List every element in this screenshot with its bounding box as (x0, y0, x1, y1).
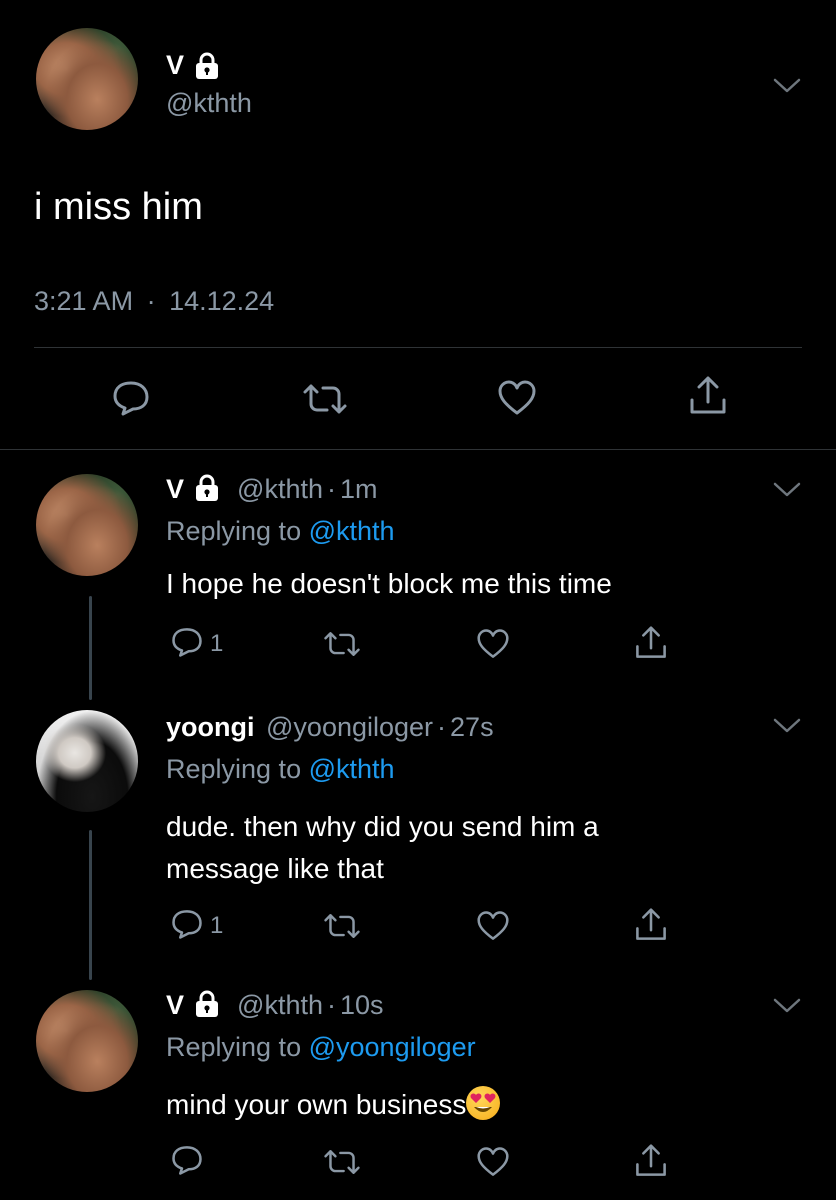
replying-to-link[interactable]: @yoongiloger (309, 1032, 476, 1062)
avatar[interactable] (36, 990, 138, 1092)
reply-age: 27s (450, 712, 494, 742)
reply-text: mind your own business (166, 1089, 467, 1120)
replying-to-link[interactable]: @kthth (309, 516, 395, 546)
author-handle[interactable]: @yoongiloger (266, 712, 433, 742)
replying-to: Replying to @kthth (166, 516, 395, 547)
author-row: V @kthth · 10s (166, 990, 384, 1021)
lock-icon (194, 474, 224, 502)
reply-text-line: message like that (166, 853, 384, 884)
reply-tweet[interactable]: V @kthth · 1m Replying to @kthth I hope he… (0, 450, 836, 700)
separator-dot: · (327, 990, 336, 1020)
author-handle[interactable]: @kthth (237, 474, 323, 504)
retweet-icon[interactable] (301, 382, 349, 416)
reply-age: 1m (340, 474, 378, 504)
reply-text: I hope he doesn't block me this time (166, 568, 612, 599)
heart-icon[interactable] (497, 379, 537, 417)
tweet-text: i miss him (34, 186, 203, 228)
share-icon[interactable] (688, 374, 728, 418)
separator-dot: · (327, 474, 336, 504)
heart-icon[interactable] (476, 1146, 510, 1178)
heart-icon[interactable] (476, 910, 510, 942)
retweet-icon[interactable] (322, 1148, 362, 1176)
replying-label: Replying to (166, 1032, 302, 1062)
lock-icon (194, 990, 224, 1018)
reply-icon[interactable] (170, 908, 204, 940)
replying-label: Replying to (166, 754, 302, 784)
separator-dot: · (146, 286, 156, 316)
avatar[interactable] (36, 28, 138, 130)
reply-text-row: mind your own business (166, 1086, 501, 1121)
author-name[interactable]: V (166, 474, 184, 504)
author-handle[interactable]: @kthth (166, 88, 252, 119)
divider (34, 347, 802, 348)
chevron-down-icon[interactable] (772, 996, 802, 1016)
replying-to: Replying to @kthth (166, 754, 395, 785)
replying-to: Replying to @yoongiloger (166, 1032, 476, 1063)
tweet-date: 14.12.24 (169, 286, 275, 316)
thread-line (89, 830, 92, 980)
retweet-icon[interactable] (322, 912, 362, 940)
reply-text-line: dude. then why did you send him a (166, 811, 599, 842)
author-row: yoongi @yoongiloger · 27s (166, 712, 494, 743)
author-name[interactable]: yoongi (166, 712, 255, 742)
chevron-down-icon[interactable] (772, 76, 802, 96)
author-row: V @kthth · 1m (166, 474, 378, 505)
reply-count: 1 (210, 912, 224, 939)
share-icon[interactable] (634, 1142, 668, 1180)
avatar[interactable] (36, 474, 138, 576)
avatar[interactable] (36, 710, 138, 812)
reply-tweet[interactable]: yoongi @yoongiloger · 27s Replying to @kth… (0, 690, 836, 980)
author-handle[interactable]: @kthth (237, 990, 323, 1020)
share-icon[interactable] (634, 624, 668, 662)
reply-icon[interactable] (170, 626, 204, 658)
retweet-icon[interactable] (322, 630, 362, 658)
reply-count: 1 (210, 630, 224, 657)
chevron-down-icon[interactable] (772, 480, 802, 500)
share-icon[interactable] (634, 906, 668, 944)
main-tweet: V @kthth i miss him 3:21 AM · 14.12.24 (0, 0, 836, 450)
replying-label: Replying to (166, 516, 302, 546)
reply-icon[interactable] (111, 379, 151, 417)
lock-icon (194, 52, 220, 80)
thread-line (89, 596, 92, 700)
author-name[interactable]: V (166, 990, 184, 1020)
tweet-time: 3:21 AM (34, 286, 134, 316)
reply-age: 10s (340, 990, 384, 1020)
chevron-down-icon[interactable] (772, 716, 802, 736)
heart-eyes-emoji-icon (466, 1086, 501, 1120)
reply-icon[interactable] (170, 1144, 204, 1176)
timestamp[interactable]: 3:21 AM · 14.12.24 (34, 286, 274, 317)
replying-to-link[interactable]: @kthth (309, 754, 395, 784)
author-name[interactable]: V (166, 50, 184, 81)
heart-icon[interactable] (476, 628, 510, 660)
reply-tweet[interactable]: V @kthth · 10s Replying to @yoongiloger mi… (0, 980, 836, 1200)
separator-dot: · (437, 712, 447, 742)
reply-text: dude. then why did you send him a messag… (166, 806, 599, 890)
